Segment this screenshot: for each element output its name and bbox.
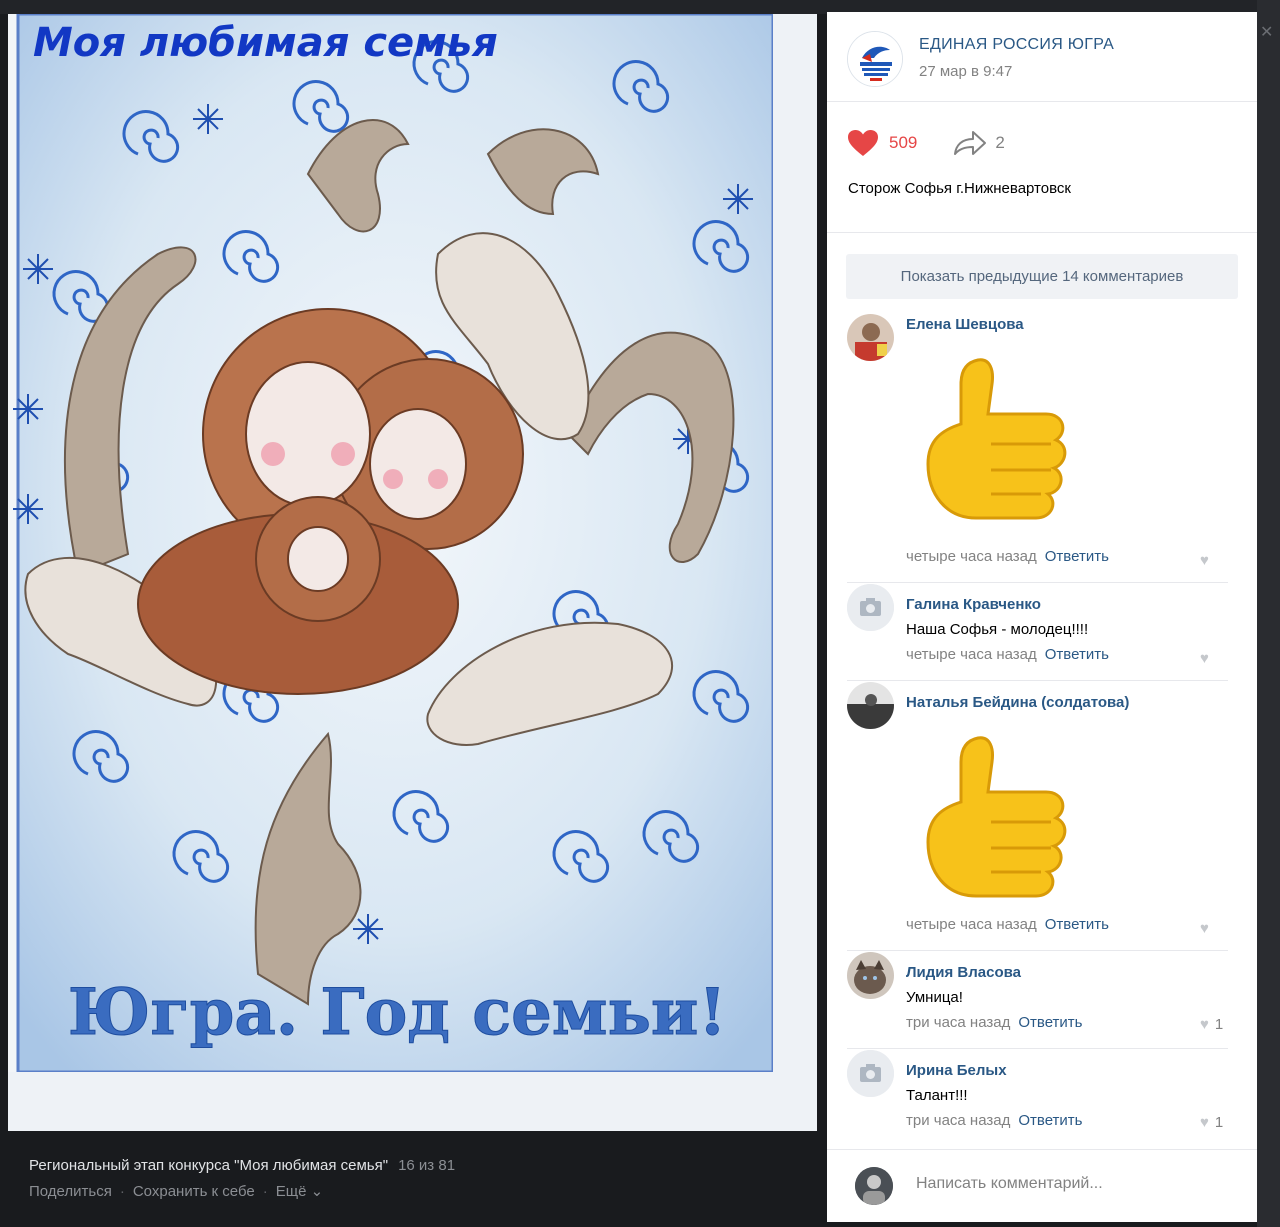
current-user-avatar[interactable] xyxy=(855,1167,893,1205)
heart-icon: ♥ xyxy=(1200,552,1209,569)
heart-icon: ♥ xyxy=(1200,1016,1209,1033)
photo-caption: Региональный этап конкурса "Моя любимая … xyxy=(29,1157,455,1174)
photo-description: Сторож Софья г.Нижневартовск xyxy=(848,180,1071,197)
share-button[interactable]: 2 xyxy=(953,130,1005,156)
avatar[interactable] xyxy=(847,314,894,361)
heart-icon xyxy=(848,130,878,156)
user-photo-icon xyxy=(847,314,894,361)
camera-icon xyxy=(847,584,894,631)
comment-author[interactable]: Наталья Бейдина (солдатова) xyxy=(906,694,1129,711)
save-photo-link[interactable]: Сохранить к себе xyxy=(133,1183,255,1200)
comment-meta: четыре часа назад Ответить xyxy=(906,646,1109,663)
reply-button[interactable]: Ответить xyxy=(1018,1014,1082,1031)
owner-avatar[interactable] xyxy=(847,31,903,87)
album-title[interactable]: Региональный этап конкурса "Моя любимая … xyxy=(29,1157,388,1174)
reply-button[interactable]: Ответить xyxy=(1045,548,1109,565)
reply-button[interactable]: Ответить xyxy=(1045,916,1109,933)
comment-time[interactable]: четыре часа назад xyxy=(906,916,1037,933)
comment-divider xyxy=(847,1048,1228,1049)
camera-icon xyxy=(847,1050,894,1097)
photo-caption-bar xyxy=(0,1131,826,1227)
comment-divider xyxy=(847,950,1228,951)
share-count: 2 xyxy=(995,133,1005,152)
avatar[interactable] xyxy=(847,682,894,729)
comment-text: Наша Софья - молодец!!!! xyxy=(906,621,1089,638)
photo-image[interactable]: Моя любимая семья Югра. Год семьи! xyxy=(8,14,817,1131)
photo-sidebar: ЕДИНАЯ РОССИЯ ЮГРА 27 мар в 9:47 509 2 С… xyxy=(827,12,1257,1222)
thumbs-up-sticker-icon xyxy=(926,358,1067,520)
post-owner-header: ЕДИНАЯ РОССИЯ ЮГРА 27 мар в 9:47 xyxy=(827,12,1257,102)
comment-divider xyxy=(847,680,1228,681)
comment-meta: четыре часа назад Ответить xyxy=(906,548,1109,565)
comment-text: Умница! xyxy=(906,989,963,1006)
avatar[interactable] xyxy=(847,584,894,631)
post-date[interactable]: 27 мар в 9:47 xyxy=(919,63,1012,80)
user-photo-icon xyxy=(847,682,894,729)
comment-divider xyxy=(847,582,1228,583)
user-photo-icon xyxy=(847,952,894,999)
divider xyxy=(827,232,1257,233)
heart-icon: ♥ xyxy=(1200,650,1209,667)
more-label: Ещё xyxy=(275,1183,307,1200)
comment-composer: Написать комментарий... xyxy=(827,1149,1257,1222)
comment-author[interactable]: Галина Кравченко xyxy=(906,596,1041,613)
comment-meta: четыре часа назад Ответить xyxy=(906,916,1109,933)
like-button[interactable]: 509 xyxy=(847,129,917,157)
comment-time[interactable]: четыре часа назад xyxy=(906,548,1037,565)
comment-like-button[interactable]: ♥ 1 xyxy=(1200,1016,1223,1033)
share-photo-link[interactable]: Поделиться xyxy=(29,1183,112,1200)
separator-dot: · xyxy=(262,1183,268,1200)
comment-meta: три часа назад Ответить xyxy=(906,1014,1082,1031)
comment-like-button[interactable]: ♥ 1 xyxy=(1200,1114,1223,1131)
chevron-down-icon: ⌄ xyxy=(310,1183,324,1200)
comment-author[interactable]: Ирина Белых xyxy=(906,1062,1007,1079)
comment-meta: три часа назад Ответить xyxy=(906,1112,1082,1129)
comment-author[interactable]: Елена Шевцова xyxy=(906,316,1024,333)
show-previous-comments-button[interactable]: Показать предыдущие 14 комментариев xyxy=(846,254,1238,299)
owner-name[interactable]: ЕДИНАЯ РОССИЯ ЮГРА xyxy=(919,36,1114,54)
photo-counter: 16 из 81 xyxy=(398,1157,456,1174)
photo-actions: Поделиться · Сохранить к себе · Ещё ⌄ xyxy=(29,1182,323,1200)
user-photo-icon xyxy=(855,1167,893,1205)
comment-like-button[interactable]: ♥ xyxy=(1200,920,1215,937)
comment-text: Талант!!! xyxy=(906,1087,968,1104)
separator-dot: · xyxy=(119,1183,125,1200)
comment-like-count: 1 xyxy=(1214,1114,1224,1131)
avatar[interactable] xyxy=(847,952,894,999)
comment-input[interactable]: Написать комментарий... xyxy=(916,1175,1236,1193)
comment-author[interactable]: Лидия Власова xyxy=(906,964,1021,981)
close-icon[interactable]: ✕ xyxy=(1260,22,1273,42)
reply-button[interactable]: Ответить xyxy=(1018,1112,1082,1129)
like-count: 509 xyxy=(889,133,918,152)
drawing-caption: Югра. Год семьи! xyxy=(68,975,726,1050)
avatar[interactable] xyxy=(847,1050,894,1097)
heart-icon: ♥ xyxy=(1200,1114,1209,1131)
comment-time[interactable]: три часа назад xyxy=(906,1112,1010,1129)
share-arrow-icon xyxy=(954,131,987,155)
drawing-title: Моя любимая семья xyxy=(33,20,498,66)
comment-like-button[interactable]: ♥ xyxy=(1200,552,1215,569)
viewer-right-gutter xyxy=(1257,0,1280,1227)
heart-icon: ♥ xyxy=(1200,920,1209,937)
comment-like-count: 1 xyxy=(1214,1016,1224,1033)
comment-time[interactable]: четыре часа назад xyxy=(906,646,1037,663)
party-logo-icon xyxy=(848,32,902,86)
comment-like-button[interactable]: ♥ xyxy=(1200,650,1215,667)
thumbs-up-sticker-icon xyxy=(926,736,1067,898)
drawing-illustration: Моя любимая семья Югра. Год семьи! xyxy=(8,14,817,1131)
more-link[interactable]: Ещё ⌄ xyxy=(276,1183,323,1200)
comment-time[interactable]: три часа назад xyxy=(906,1014,1010,1031)
post-actions: 509 2 xyxy=(847,130,1005,156)
reply-button[interactable]: Ответить xyxy=(1045,646,1109,663)
